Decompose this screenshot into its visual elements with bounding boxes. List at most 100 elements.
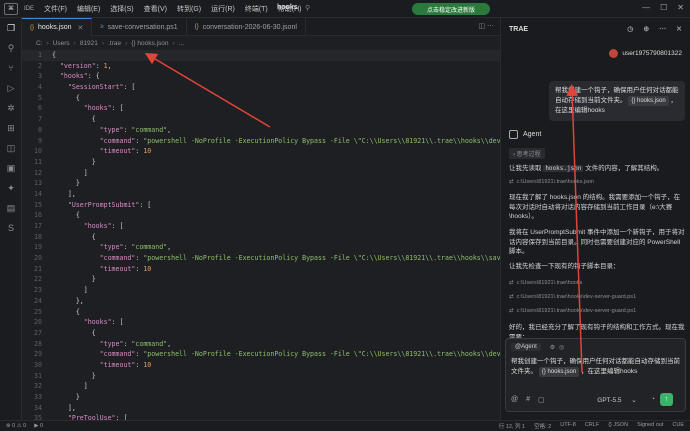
file-reference[interactable]: ⇄ c:\Users\81921\.trae\hooks\dev-server-g…: [509, 294, 636, 300]
tab-conversation-jsonl[interactable]: {} conversation-2026-06-30.jsonl: [187, 18, 306, 36]
close-icon[interactable]: ✕: [77, 24, 83, 32]
code-line[interactable]: 6 "hooks": [: [22, 103, 500, 114]
menu-selection[interactable]: 选择(S): [110, 4, 133, 14]
hash-icon[interactable]: #: [526, 396, 530, 403]
project-name[interactable]: hooks: [277, 4, 298, 11]
s-logo-icon[interactable]: S: [0, 218, 22, 238]
file-reference[interactable]: ⇄ c:\Users\81921\.trae\hooks.json: [509, 179, 594, 185]
code-line[interactable]: 7 {: [22, 114, 500, 125]
remote-icon[interactable]: ◫: [0, 138, 22, 158]
code-line[interactable]: 30 "timeout": 10: [22, 360, 500, 371]
code-line[interactable]: 29 "command": "powershell -NoProfile -Ex…: [22, 349, 500, 360]
run-debug-icon[interactable]: ▷: [0, 78, 22, 98]
chat-input-box[interactable]: @Agent ⚙ ◎ 帮我创建一个钩子，确保用户任何对话都能自动存储到当前文件夹…: [505, 338, 686, 412]
more-actions-icon[interactable]: ◫ ⋯: [478, 22, 494, 30]
code-line[interactable]: 15 "UserPromptSubmit": [: [22, 200, 500, 211]
menu-edit[interactable]: 编辑(E): [77, 4, 100, 14]
code-line[interactable]: 13 }: [22, 178, 500, 189]
settings-icon[interactable]: ⚙: [550, 344, 555, 351]
code-line[interactable]: 33 }: [22, 392, 500, 403]
language-mode[interactable]: {} JSON: [608, 422, 628, 430]
bug-icon[interactable]: ✲: [0, 98, 22, 118]
code-line[interactable]: 3 "hooks": {: [22, 71, 500, 82]
attach-icon[interactable]: ◎: [559, 344, 564, 351]
close-icon[interactable]: ✕: [677, 3, 684, 12]
code-line[interactable]: 14 ],: [22, 189, 500, 200]
ports-indicator[interactable]: ▶ 0: [34, 423, 43, 429]
tab-hooks-json[interactable]: {} hooks.json ✕: [22, 18, 93, 36]
menu-view[interactable]: 查看(V): [144, 4, 167, 14]
code-line[interactable]: 8 "type": "command",: [22, 125, 500, 136]
code-line[interactable]: 5 {: [22, 93, 500, 104]
code-line[interactable]: 4 "SessionStart": [: [22, 82, 500, 93]
encoding[interactable]: UTF-8: [560, 422, 576, 430]
more-icon[interactable]: ⋯: [659, 26, 666, 33]
cursor-position[interactable]: 行 12, 列 1: [499, 422, 525, 430]
minimize-icon[interactable]: —: [642, 3, 650, 12]
maximize-icon[interactable]: ☐: [660, 3, 667, 12]
history-icon[interactable]: ◷: [627, 26, 633, 33]
code-line[interactable]: 10 "timeout": 10: [22, 146, 500, 157]
breadcrumb-item[interactable]: ...: [179, 40, 184, 47]
code-line[interactable]: 9 "command": "powershell -NoProfile -Exe…: [22, 136, 500, 147]
breadcrumb-item[interactable]: Users: [53, 40, 70, 47]
tab-save-conversation[interactable]: ≥ save-conversation.ps1: [92, 18, 187, 36]
code-line[interactable]: 28 "type": "command",: [22, 339, 500, 350]
menu-file[interactable]: 文件(F): [44, 4, 67, 14]
code-line[interactable]: 12 ]: [22, 168, 500, 179]
code-line[interactable]: 19 "type": "command",: [22, 242, 500, 253]
chat-input-text[interactable]: 帮我创建一个钩子，确保用户任何对话都能自动存储到当前文件夹。 {} hooks.…: [511, 357, 681, 377]
code-line[interactable]: 25 {: [22, 307, 500, 318]
code-line[interactable]: 31 }: [22, 371, 500, 382]
code-line[interactable]: 17 "hooks": [: [22, 221, 500, 232]
code-line[interactable]: 11 }: [22, 157, 500, 168]
code-line[interactable]: 2 "version": 1,: [22, 61, 500, 72]
code-line[interactable]: 26 "hooks": [: [22, 317, 500, 328]
breadcrumb-item[interactable]: {} hooks.json: [131, 40, 168, 47]
mention-icon[interactable]: @: [511, 396, 518, 403]
code-line[interactable]: 22 }: [22, 274, 500, 285]
code-line[interactable]: 16 {: [22, 210, 500, 221]
file-reference[interactable]: ⇄ c:\Users\81921\.trae\hooks\dev-server-g…: [509, 308, 636, 314]
indentation[interactable]: 空格: 2: [534, 422, 551, 430]
explorer-icon[interactable]: ❐: [0, 18, 22, 38]
agent-tag[interactable]: @Agent: [511, 343, 541, 351]
thinking-toggle[interactable]: › 思考过程: [509, 148, 545, 159]
model-selector[interactable]: GPT-5.5 ⌄: [597, 396, 636, 404]
menu-terminal[interactable]: 终端(T): [245, 4, 268, 14]
code-line[interactable]: 32 ]: [22, 381, 500, 392]
code-line[interactable]: 35 "PreToolUse": [: [22, 413, 500, 420]
breadcrumb-item[interactable]: C:: [36, 40, 43, 47]
send-button[interactable]: ↑: [660, 393, 673, 406]
voice-icon[interactable]: ◔: [651, 396, 655, 403]
code-line[interactable]: 18 {: [22, 232, 500, 243]
promo-button[interactable]: 点击稳定改进新版: [412, 3, 490, 15]
file-chip[interactable]: {} hooks.json: [628, 96, 669, 106]
new-chat-icon[interactable]: ⊕: [643, 26, 649, 33]
cue-indicator[interactable]: CUE: [672, 422, 684, 430]
code-line[interactable]: 27 {: [22, 328, 500, 339]
menu-goto[interactable]: 转到(G): [177, 4, 201, 14]
source-control-icon[interactable]: ⑂: [0, 58, 22, 78]
line-ending[interactable]: CRLF: [585, 422, 599, 430]
code-line[interactable]: 24 },: [22, 296, 500, 307]
file-chip[interactable]: {} hooks.json: [538, 367, 580, 377]
sparkle-icon[interactable]: ✦: [0, 178, 22, 198]
close-icon[interactable]: ✕: [676, 26, 682, 33]
image-icon[interactable]: ▢: [538, 396, 545, 404]
menu-run[interactable]: 运行(R): [211, 4, 235, 14]
code-line[interactable]: 1{: [22, 50, 500, 61]
breadcrumb-item[interactable]: 81921: [80, 40, 98, 47]
file-reference[interactable]: ⇄ c:\Users\81921\.trae\hooks: [509, 280, 582, 286]
search-icon[interactable]: ⚲: [305, 4, 310, 12]
search-icon[interactable]: ⚲: [0, 38, 22, 58]
code-line[interactable]: 20 "command": "powershell -NoProfile -Ex…: [22, 253, 500, 264]
code-line[interactable]: 23 ]: [22, 285, 500, 296]
terminal-icon[interactable]: ▤: [0, 198, 22, 218]
extensions-icon[interactable]: ⊞: [0, 118, 22, 138]
code-editor[interactable]: 1{2 "version": 1, 3 "hooks": {4 "SessionS…: [22, 50, 500, 420]
code-line[interactable]: 21 "timeout": 10: [22, 264, 500, 275]
problems-indicator[interactable]: ⊗ 0 ⚠ 0: [6, 423, 26, 429]
breadcrumb-item[interactable]: .trae: [108, 40, 121, 47]
database-icon[interactable]: ▣: [0, 158, 22, 178]
